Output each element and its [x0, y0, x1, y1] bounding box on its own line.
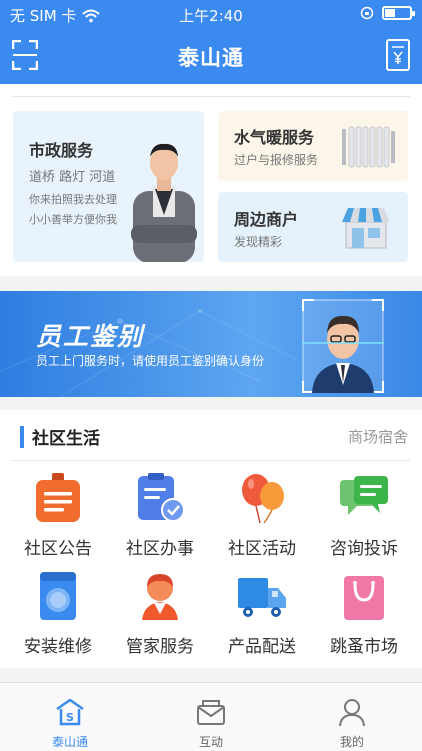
water-heating-subtitle: 过户与报修服务 — [234, 153, 319, 167]
municipal-line3: 小小善举方便你我 — [29, 213, 117, 226]
grid-label: 跳蚤市场 — [330, 637, 398, 657]
clipboard-check-icon — [138, 473, 185, 522]
merchants-title: 周边商户 — [234, 210, 299, 229]
merchants-card[interactable]: 周边商户 发现精彩 — [218, 192, 408, 262]
nav-bar: 泰山通 — [0, 30, 422, 84]
community-header: 社区生活 — [20, 424, 100, 449]
yen-icon — [392, 46, 404, 64]
mail-icon — [197, 700, 225, 725]
status-bar: 无 SIM 卡 上午2:40 — [0, 0, 422, 30]
water-heating-title: 水气暖服务 — [234, 128, 315, 147]
shopping-bag-icon — [344, 576, 384, 620]
banner-subtitle: 员工上门服务时，请使用员工鉴别确认身份 — [36, 354, 265, 368]
tab-home[interactable]: S 泰山通 — [0, 683, 140, 751]
grid-label: 安装维修 — [24, 637, 92, 657]
grid-label: 产品配送 — [228, 637, 296, 657]
municipal-service-card[interactable]: 市政服务 道桥 路灯 河道 你来拍照我去处理 小小善举方便你我 — [13, 111, 204, 262]
tab-interaction[interactable]: 互动 — [141, 683, 281, 751]
merchants-subtitle: 发现精彩 — [234, 235, 283, 249]
banner-title: 员工鉴别 — [36, 322, 145, 351]
tab-label: 泰山通 — [51, 735, 88, 749]
services-section: 市政服务 道桥 路灯 河道 你来拍照我去处理 小小善举方便你我 水气暖服务 过户… — [0, 84, 422, 276]
grid-label: 社区活动 — [228, 539, 296, 559]
battery-icon — [382, 6, 415, 20]
rotation-lock-icon — [360, 6, 374, 20]
announcement-icon — [36, 473, 80, 522]
section-accent-bar — [20, 425, 24, 448]
wallet-icon[interactable] — [386, 39, 410, 71]
butler-icon — [142, 574, 178, 620]
tab-label: 互动 — [198, 735, 223, 749]
chat-icon — [340, 476, 388, 515]
grid-label: 咨询投诉 — [330, 539, 398, 559]
home-icon: S — [56, 698, 84, 726]
employee-verification-banner[interactable]: 员工鉴别 员工上门服务时，请使用员工鉴别确认身份 — [0, 291, 422, 397]
status-time: 上午2:40 — [179, 7, 243, 25]
grid-label: 管家服务 — [126, 637, 194, 657]
community-more-link[interactable]: 商场宿舍 — [348, 426, 408, 447]
tab-mine[interactable]: 我的 — [282, 683, 422, 751]
user-icon — [339, 699, 365, 727]
page-title: 泰山通 — [178, 46, 244, 70]
community-section: 社区生活 商场宿舍 社区公告 社区办事 社区活动 咨询投诉 安装维修 管家服务 … — [0, 410, 422, 668]
balloons-icon — [242, 474, 284, 524]
svg-text:S: S — [66, 711, 74, 724]
divider — [12, 96, 410, 97]
face-scan-icon — [302, 299, 384, 393]
status-right — [360, 6, 415, 20]
community-title: 社区生活 — [32, 429, 100, 449]
delivery-truck-icon — [238, 578, 286, 617]
worker-illustration — [131, 143, 197, 262]
radiator-icon — [342, 126, 395, 168]
store-icon — [342, 208, 390, 249]
divider — [12, 460, 410, 461]
municipal-line1: 道桥 路灯 河道 — [29, 170, 116, 185]
grid-label: 社区公告 — [24, 539, 92, 559]
water-heating-service-card[interactable]: 水气暖服务 过户与报修服务 — [218, 111, 408, 181]
washing-machine-icon — [40, 572, 76, 620]
municipal-line2: 你来拍照我去处理 — [29, 193, 117, 206]
tab-bar: S 泰山通 互动 我的 — [0, 682, 422, 751]
grid-label: 社区办事 — [126, 539, 194, 559]
municipal-title: 市政服务 — [29, 141, 94, 160]
tab-label: 我的 — [339, 735, 364, 749]
